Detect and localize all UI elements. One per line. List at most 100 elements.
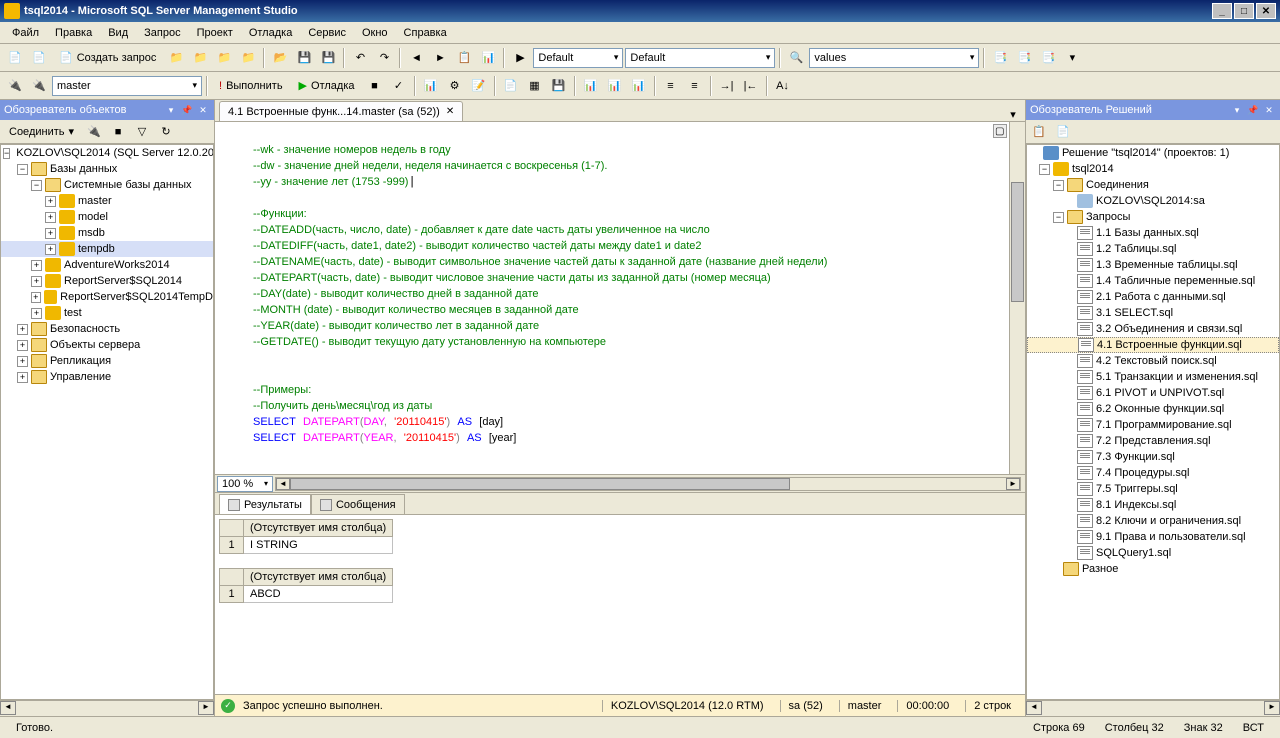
tab-results[interactable]: Результаты bbox=[219, 494, 311, 514]
new-project-button[interactable]: 📄 bbox=[4, 47, 26, 69]
play-button[interactable]: ▶ bbox=[509, 47, 531, 69]
save-all-button[interactable]: 💾 bbox=[317, 47, 339, 69]
debug-button[interactable]: ▶ Отладка bbox=[292, 75, 362, 97]
se-project-node[interactable]: −tsql2014 bbox=[1027, 161, 1279, 177]
se-queries-folder[interactable]: −Запросы bbox=[1027, 209, 1279, 225]
pin-icon[interactable]: 📌 bbox=[180, 103, 194, 117]
editor-hscroll[interactable]: ◄► bbox=[275, 477, 1021, 491]
tab-messages[interactable]: Сообщения bbox=[311, 494, 405, 514]
se-connection-item[interactable]: KOZLOV\SQL2014:sa bbox=[1027, 193, 1279, 209]
oe-stop-button[interactable]: ■ bbox=[107, 121, 129, 143]
connect-button[interactable]: 🔌 bbox=[4, 75, 26, 97]
object-explorer-button[interactable]: 📑 bbox=[1037, 47, 1059, 69]
doc-tab-dropdown[interactable]: ▾ bbox=[1005, 108, 1021, 121]
minimize-button[interactable]: _ bbox=[1212, 3, 1232, 19]
menu-help[interactable]: Справка bbox=[396, 25, 455, 41]
se-file-item[interactable]: 3.1 SELECT.sql bbox=[1027, 305, 1279, 321]
se-tree[interactable]: Решение "tsql2014" (проектов: 1) −tsql20… bbox=[1026, 144, 1280, 700]
sql-editor[interactable]: --wk - значение номеров недель в году --… bbox=[215, 122, 1009, 474]
open-xe-button[interactable]: 📁 bbox=[213, 47, 235, 69]
include-plan-button[interactable]: 📊 bbox=[604, 75, 626, 97]
props-button[interactable]: 📋 bbox=[453, 47, 475, 69]
oe-connect-button[interactable]: Соединить ▾ bbox=[2, 121, 81, 143]
maximize-button[interactable]: □ bbox=[1234, 3, 1254, 19]
se-file-item[interactable]: 1.3 Временные таблицы.sql bbox=[1027, 257, 1279, 273]
combo-default2[interactable]: Default bbox=[625, 48, 775, 68]
col-header[interactable]: (Отсутствует имя столбца) bbox=[244, 520, 393, 537]
results-text-button[interactable]: 📄 bbox=[500, 75, 522, 97]
database-combo[interactable]: master bbox=[52, 76, 202, 96]
pin-icon[interactable]: 📌 bbox=[1246, 103, 1260, 117]
close-button[interactable]: ✕ bbox=[1256, 3, 1276, 19]
row-number[interactable]: 1 bbox=[220, 586, 244, 603]
col-header[interactable]: (Отсутствует имя столбца) bbox=[244, 569, 393, 586]
specify-vals-button[interactable]: A↓ bbox=[772, 75, 794, 97]
se-file-item[interactable]: 7.1 Программирование.sql bbox=[1027, 417, 1279, 433]
zoom-combo[interactable]: 100 % bbox=[217, 476, 273, 492]
oe-disconnect-button[interactable]: 🔌 bbox=[83, 121, 105, 143]
menu-project[interactable]: Проект bbox=[189, 25, 241, 41]
results-grid-button[interactable]: ▦ bbox=[524, 75, 546, 97]
se-file-item[interactable]: 7.3 Функции.sql bbox=[1027, 449, 1279, 465]
solution-button[interactable]: ▾ bbox=[1061, 47, 1083, 69]
close-icon[interactable]: ✕ bbox=[1262, 103, 1276, 117]
oe-db-rs[interactable]: +ReportServer$SQL2014 bbox=[1, 273, 213, 289]
stop-button[interactable]: ■ bbox=[364, 75, 386, 97]
se-dropdown-icon[interactable]: ▾ bbox=[1230, 103, 1244, 117]
new-button[interactable]: 📄 bbox=[28, 47, 50, 69]
se-file-item[interactable]: SQLQuery1.sql bbox=[1027, 545, 1279, 561]
indent-button[interactable]: →| bbox=[716, 75, 738, 97]
client-stats-button[interactable]: 📊 bbox=[580, 75, 602, 97]
se-connections-folder[interactable]: −Соединения bbox=[1027, 177, 1279, 193]
se-show-all-button[interactable]: 📄 bbox=[1052, 121, 1074, 143]
options-button[interactable]: ⚙ bbox=[444, 75, 466, 97]
se-file-item[interactable]: 3.2 Объединения и связи.sql bbox=[1027, 321, 1279, 337]
save-button[interactable]: 💾 bbox=[293, 47, 315, 69]
se-file-item[interactable]: 6.1 PIVOT и UNPIVOT.sql bbox=[1027, 385, 1279, 401]
menu-file[interactable]: Файл bbox=[4, 25, 47, 41]
doc-tab-active[interactable]: 4.1 Встроенные функ...14.master (sa (52)… bbox=[219, 101, 463, 121]
open-de-button[interactable]: 📁 bbox=[165, 47, 187, 69]
oe-databases-folder[interactable]: −Базы данных bbox=[1, 161, 213, 177]
se-file-item[interactable]: 1.4 Табличные переменные.sql bbox=[1027, 273, 1279, 289]
find-button[interactable]: 🔍 bbox=[785, 47, 807, 69]
oe-db-msdb[interactable]: +msdb bbox=[1, 225, 213, 241]
oe-replication-folder[interactable]: +Репликация bbox=[1, 353, 213, 369]
new-query-button[interactable]: 📄 Создать запрос bbox=[52, 47, 163, 69]
outdent-button[interactable]: |← bbox=[740, 75, 762, 97]
oe-db-rst[interactable]: +ReportServer$SQL2014TempD bbox=[1, 289, 213, 305]
oe-tree[interactable]: −KOZLOV\SQL2014 (SQL Server 12.0.20 −Баз… bbox=[0, 144, 214, 700]
undo-button[interactable]: ↶ bbox=[349, 47, 371, 69]
doc-tab-close-icon[interactable]: ✕ bbox=[446, 106, 454, 117]
menu-tools[interactable]: Сервис bbox=[300, 25, 354, 41]
template-button[interactable]: 📑 bbox=[989, 47, 1011, 69]
oe-serverobj-folder[interactable]: +Объекты сервера bbox=[1, 337, 213, 353]
oe-sysdb-folder[interactable]: −Системные базы данных bbox=[1, 177, 213, 193]
se-file-item[interactable]: 8.2 Ключи и ограничения.sql bbox=[1027, 513, 1279, 529]
open-se-button[interactable]: 📁 bbox=[237, 47, 259, 69]
row-number[interactable]: 1 bbox=[220, 537, 244, 554]
oe-security-folder[interactable]: +Безопасность bbox=[1, 321, 213, 337]
se-file-item[interactable]: 5.1 Транзакции и изменения.sql bbox=[1027, 369, 1279, 385]
open-button[interactable]: 📂 bbox=[269, 47, 291, 69]
oe-hscroll[interactable]: ◄► bbox=[0, 700, 214, 716]
oe-management-folder[interactable]: +Управление bbox=[1, 369, 213, 385]
execute-button[interactable]: ! Выполнить bbox=[212, 75, 290, 97]
menu-debug[interactable]: Отладка bbox=[241, 25, 300, 41]
oe-db-tempdb[interactable]: +tempdb bbox=[1, 241, 213, 257]
oe-server-node[interactable]: −KOZLOV\SQL2014 (SQL Server 12.0.20 bbox=[1, 145, 213, 161]
cell[interactable]: ABCD bbox=[244, 586, 393, 603]
se-file-item[interactable]: 7.4 Процедуры.sql bbox=[1027, 465, 1279, 481]
results-file-button[interactable]: 💾 bbox=[548, 75, 570, 97]
parse-button[interactable]: ✓ bbox=[388, 75, 410, 97]
se-misc-folder[interactable]: Разное bbox=[1027, 561, 1279, 577]
se-solution-node[interactable]: Решение "tsql2014" (проектов: 1) bbox=[1027, 145, 1279, 161]
se-file-item[interactable]: 7.2 Представления.sql bbox=[1027, 433, 1279, 449]
plan-button[interactable]: 📊 bbox=[420, 75, 442, 97]
oe-db-aw[interactable]: +AdventureWorks2014 bbox=[1, 257, 213, 273]
menu-window[interactable]: Окно bbox=[354, 25, 396, 41]
results-grid-1[interactable]: (Отсутствует имя столбца) 1I STRING bbox=[219, 519, 393, 554]
se-file-item[interactable]: 9.1 Права и пользователи.sql bbox=[1027, 529, 1279, 545]
cell[interactable]: I STRING bbox=[244, 537, 393, 554]
se-file-item[interactable]: 2.1 Работа с данными.sql bbox=[1027, 289, 1279, 305]
